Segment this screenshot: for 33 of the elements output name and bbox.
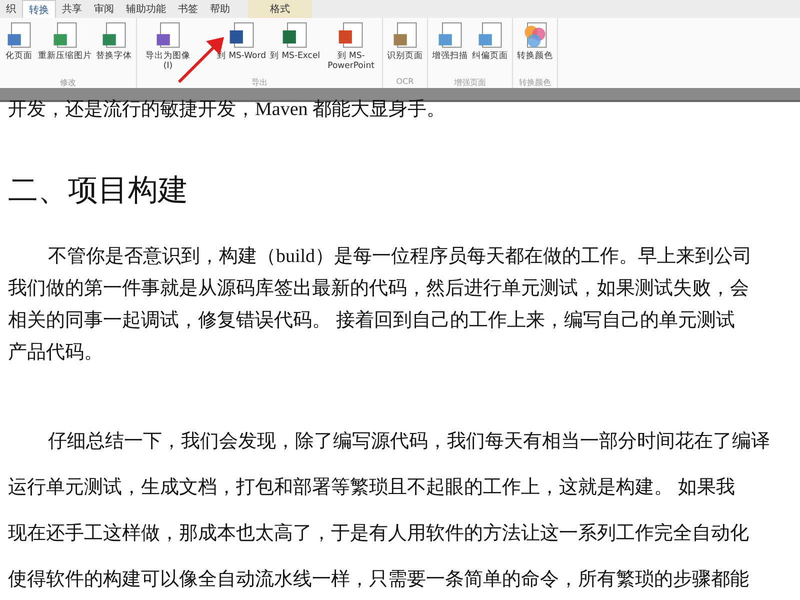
ribbon-tab[interactable]: 转换	[22, 0, 56, 18]
ribbon-command[interactable]: 重新压缩图片	[36, 18, 94, 64]
paragraph-line: 产品代码。	[8, 341, 104, 365]
paragraph-line: 现在还手工这样做，那成本也太高了，于是有人用软件的方法让这一系列工作完全自动化	[8, 522, 750, 546]
ribbon-tab[interactable]: 审阅	[88, 0, 120, 18]
ribbon-tab[interactable]: 共享	[56, 0, 88, 18]
group-label: 修改	[59, 77, 77, 88]
section-heading: 二、项目构建	[8, 173, 189, 209]
ribbon-command[interactable]: 转换颜色	[515, 18, 556, 64]
paragraph-line: 不管你是否意识到，构建（build）是每一位程序员每天都在做的工作。早上来到公司	[47, 245, 754, 269]
group-label: 转换颜色	[518, 77, 552, 88]
ribbon-command[interactable]: 增强扫描	[430, 18, 470, 64]
ribbon-command[interactable]: 导出为图像(I)	[139, 18, 197, 74]
ribbon-command[interactable]: 化页面	[2, 18, 36, 64]
group-label: 导出	[250, 77, 269, 88]
ribbon-tab[interactable]: 书签	[172, 0, 204, 18]
group-label: 增强页面	[453, 77, 488, 88]
paragraph-line: 我们做的第一件事就是从源码库签出最新的代码，然后进行单元测试，如果测试失败，会	[8, 277, 750, 301]
ribbon-command[interactable]: 替换字体	[94, 18, 134, 64]
ribbon-tab[interactable]: 织	[0, 0, 22, 18]
paragraph-line: 运行单元测试，生成文档，打包和部署等繁琐且不起眼的工作上，这就是构建。 如果我	[8, 476, 736, 500]
paragraph-line: 开发，还是流行的敏捷开发，Maven 都能大显身手。	[8, 100, 447, 120]
group-label: OCR	[395, 77, 415, 88]
ribbon-tab[interactable]: 格式	[248, 0, 312, 18]
ribbon-tab[interactable]: 帮助	[204, 0, 236, 18]
paragraph-line: 仔细总结一下，我们会发现，除了编写源代码，我们每天有相当一部分时间花在了编译	[47, 430, 771, 454]
paragraph-line: 相关的同事一起调试，修复错误代码。 接着回到自己的工作上来，编写自己的单元测试	[8, 308, 736, 333]
ribbon-tab[interactable]: 辅助功能	[120, 0, 172, 18]
ribbon-command[interactable]: 到 MS-PowerPoint	[322, 18, 380, 74]
ribbon-command[interactable]: 纠偏页面	[470, 18, 510, 64]
paragraph-line: 使得软件的构建可以像全自动流水线一样，只需要一条简单的命令，所有繁琐的步骤都能	[8, 568, 750, 592]
ribbon-command[interactable]: 到 MS-Excel	[268, 18, 322, 64]
ribbon-command[interactable]: 识别页面	[385, 18, 426, 64]
